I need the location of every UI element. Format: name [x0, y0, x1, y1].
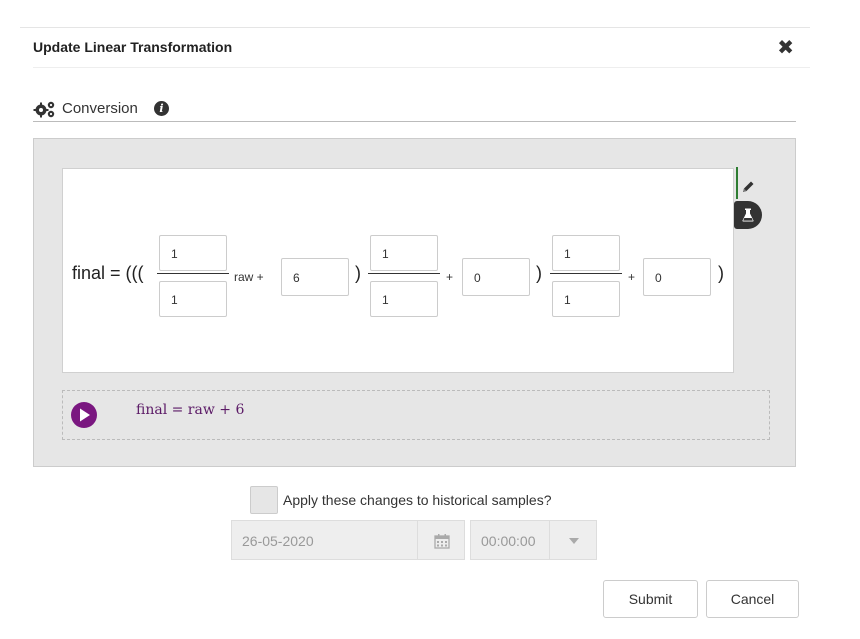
stage3-fraction-bar: [550, 273, 622, 274]
calendar-icon: [434, 534, 450, 549]
stage1-numerator-input[interactable]: 1: [159, 235, 227, 271]
equation-editor: final = ((( 1 1 raw + 6 ) 1 1 + 0 ) 1 1 …: [62, 168, 754, 373]
plus-sign-2: +: [446, 270, 454, 284]
cancel-button[interactable]: Cancel: [706, 580, 799, 618]
result-preview: final = raw + 6: [62, 390, 770, 440]
close-paren-1: ): [355, 263, 361, 283]
gears-icon: [33, 101, 55, 118]
caret-down-icon: [569, 538, 579, 544]
stage3-numerator-input[interactable]: 1: [552, 235, 620, 271]
stage3-offset-input[interactable]: 0: [643, 258, 711, 296]
update-linear-transformation-dialog: Update Linear Transformation ✖ Conversio…: [0, 0, 860, 639]
apply-historical-checkbox[interactable]: [250, 486, 278, 514]
flask-icon: [742, 208, 754, 222]
plus-sign-3: +: [628, 270, 636, 284]
time-field[interactable]: 00:00:00: [470, 520, 550, 560]
close-paren-2: ): [536, 263, 542, 283]
pencil-icon[interactable]: [741, 180, 755, 194]
conversion-label: Conversion: [62, 100, 138, 117]
result-formula: final = raw + 6: [136, 402, 245, 418]
stage2-offset-input[interactable]: 0: [462, 258, 530, 296]
stage2-fraction-bar: [368, 273, 440, 274]
time-dropdown-button[interactable]: [549, 520, 597, 560]
play-icon[interactable]: [71, 402, 97, 428]
final-close-paren: ): [718, 263, 724, 283]
submit-button[interactable]: Submit: [603, 580, 698, 618]
info-icon[interactable]: i: [154, 101, 169, 116]
calendar-button[interactable]: [417, 520, 465, 560]
raw-label: raw +: [234, 270, 264, 284]
stage1-offset-input[interactable]: 6: [281, 258, 349, 296]
stage1-fraction-bar: [157, 273, 229, 274]
stage1-denominator-input[interactable]: 1: [159, 281, 227, 317]
dialog-header: Update Linear Transformation ✖: [33, 28, 810, 68]
stage2-denominator-input[interactable]: 1: [370, 281, 438, 317]
close-icon[interactable]: ✖: [777, 38, 794, 58]
dialog-title: Update Linear Transformation: [33, 39, 233, 55]
stage3-denominator-input[interactable]: 1: [552, 281, 620, 317]
stage2-numerator-input[interactable]: 1: [370, 235, 438, 271]
conversion-panel: final = ((( 1 1 raw + 6 ) 1 1 + 0 ) 1 1 …: [33, 138, 796, 467]
apply-historical-label: Apply these changes to historical sample…: [283, 492, 552, 508]
edit-indicator-bar: [736, 167, 738, 199]
equation-lhs: final = (((: [72, 263, 144, 283]
test-button[interactable]: [734, 201, 762, 229]
conversion-section-header: Conversion i: [33, 98, 796, 122]
date-field[interactable]: 26-05-2020: [231, 520, 418, 560]
